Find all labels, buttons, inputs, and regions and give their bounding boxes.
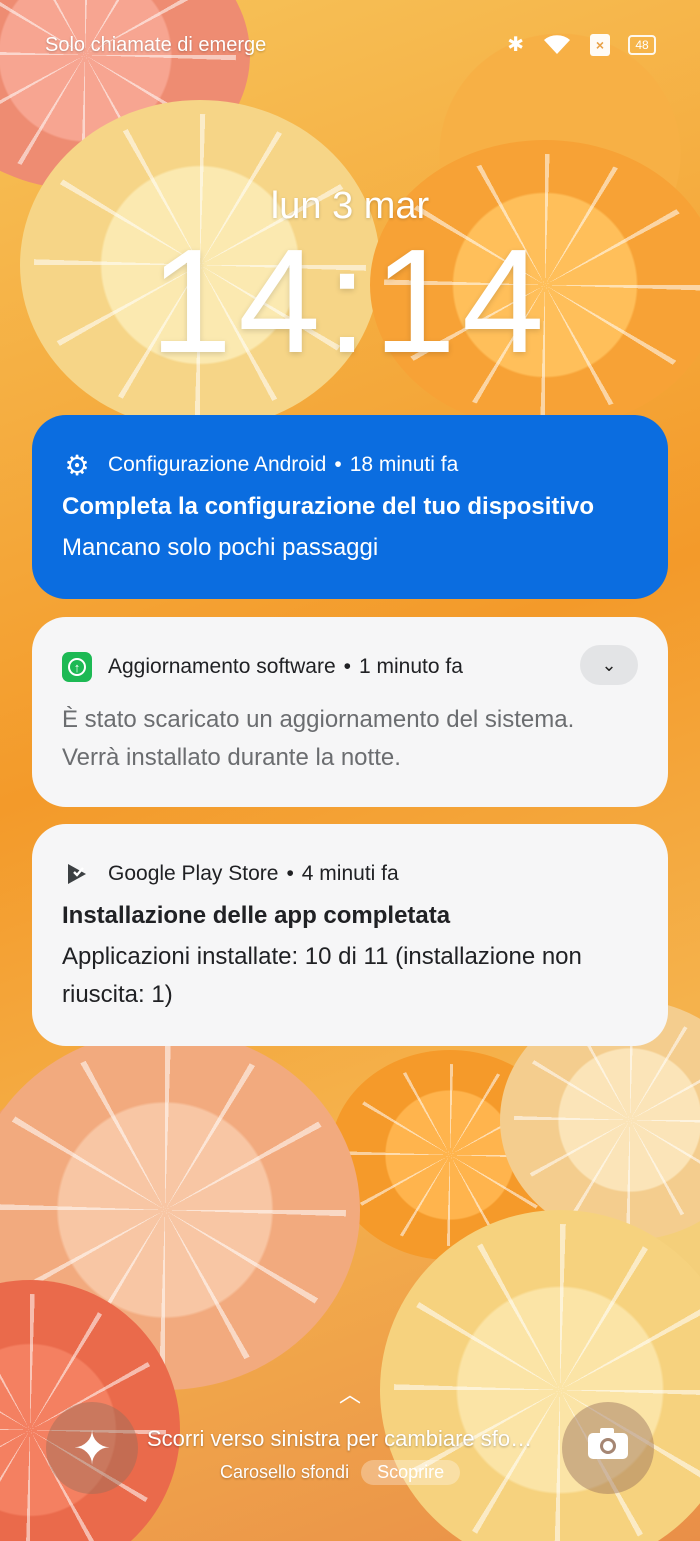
notification-body: Mancano solo pochi passaggi — [62, 534, 379, 561]
separator-dot: • — [343, 655, 351, 678]
camera-icon — [586, 1425, 630, 1471]
battery-level: 48 — [635, 37, 649, 52]
wifi-icon — [542, 34, 572, 56]
no-sim-icon: × — [590, 33, 610, 56]
notification-time: 1 minuto fa — [359, 655, 463, 678]
sparkle-icon: ✦ — [72, 1422, 112, 1474]
separator-dot: • — [334, 453, 342, 476]
discover-button[interactable]: Scoprire — [361, 1460, 461, 1485]
status-bar: Solo chiamate di emerge ✱ × 48 — [0, 0, 700, 92]
notification-software-update[interactable]: ↑ Aggiornamento software • 1 minuto fa ⌄… — [32, 617, 668, 807]
play-store-icon — [62, 859, 92, 889]
battery-icon: 48 — [628, 34, 656, 55]
notification-app-name: Aggiornamento software — [108, 655, 336, 678]
gear-icon: ⚙ — [64, 449, 90, 481]
bluetooth-icon: ✱ — [507, 34, 524, 56]
notification-body: È stato scaricato un aggiornamento del s… — [62, 706, 575, 772]
sparkle-shortcut-button[interactable]: ✦ — [46, 1402, 138, 1494]
expand-notification-button[interactable]: ⌄ — [580, 645, 638, 685]
wallpaper-links: Carosello sfondi Scoprire — [220, 1460, 461, 1485]
carrier-status-text: Solo chiamate di emerge — [45, 34, 267, 56]
notification-time: 4 minuti fa — [301, 862, 399, 885]
notification-play-store[interactable]: Google Play Store • 4 minuti fa Installa… — [32, 824, 668, 1046]
camera-shortcut-button[interactable] — [562, 1402, 654, 1494]
swipe-up-indicator: ︿ — [338, 1382, 361, 1407]
notification-app-name: Configurazione Android — [108, 453, 327, 476]
notification-android-setup[interactable]: ⚙ Configurazione Android • 18 minuti fa … — [32, 415, 668, 599]
notification-title: Installazione delle app completata — [62, 902, 451, 929]
status-icons: ✱ × 48 — [507, 32, 656, 57]
separator-dot: • — [286, 862, 294, 885]
wallpaper-hint-text: Scorri verso sinistra per cambiare sfo… — [147, 1426, 533, 1451]
wallpaper-carousel-link[interactable]: Carosello sfondi — [220, 1462, 349, 1483]
notification-time: 18 minuti fa — [349, 453, 459, 476]
notification-title: Completa la configurazione del tuo dispo… — [62, 493, 595, 520]
notification-header: ↑ Aggiornamento software • 1 minuto fa — [62, 649, 638, 685]
notification-header: Google Play Store • 4 minuti fa — [62, 856, 638, 892]
software-update-icon: ↑ — [62, 652, 92, 682]
lockscreen-clock: 14:14 — [149, 219, 551, 384]
chevron-down-icon: ⌄ — [601, 654, 617, 675]
notification-header: ⚙ Configurazione Android • 18 minuti fa — [62, 447, 638, 483]
notification-body: Applicazioni installate: 10 di 11 (insta… — [62, 943, 582, 1009]
notification-app-name: Google Play Store — [108, 862, 279, 885]
